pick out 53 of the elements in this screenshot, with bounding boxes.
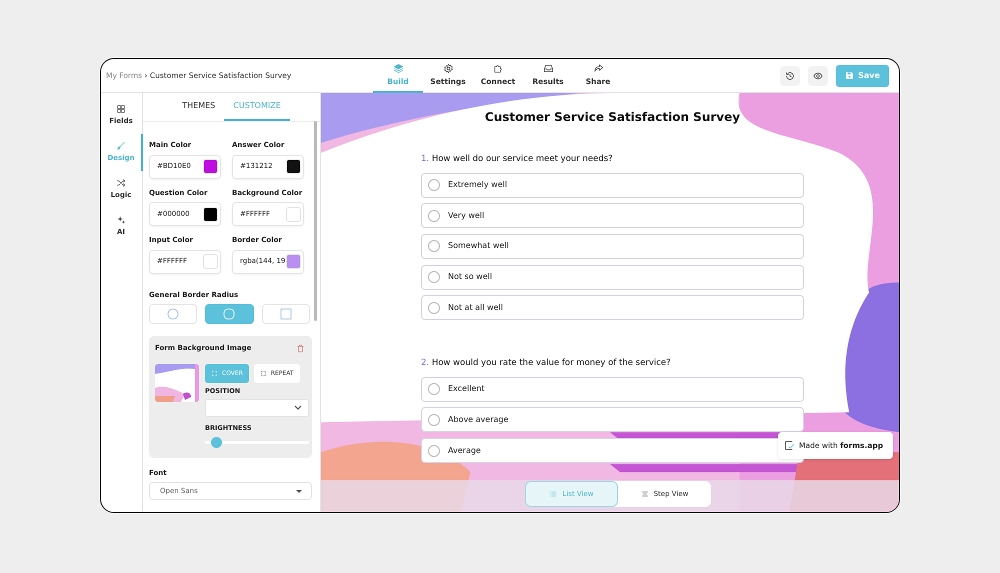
answer-option[interactable]: Not so well: [421, 264, 804, 290]
color-swatch[interactable]: [286, 159, 301, 174]
position-select[interactable]: [205, 398, 309, 417]
answer-option[interactable]: Not at all well: [421, 295, 804, 320]
color-swatch[interactable]: [203, 254, 218, 269]
radio-button[interactable]: [428, 302, 440, 314]
list-icon: [549, 490, 558, 498]
radio-button[interactable]: [428, 414, 440, 426]
inbox-icon: [542, 62, 554, 74]
slider-thumb[interactable]: [211, 436, 222, 448]
preview-button[interactable]: [808, 66, 828, 86]
panel-tab[interactable]: THEMES: [173, 93, 224, 121]
settings-icon: [442, 62, 454, 74]
logo-icon: [784, 440, 795, 451]
radio-button[interactable]: [428, 383, 440, 396]
circle-icon: [167, 308, 180, 320]
answer-option[interactable]: Above average: [421, 407, 804, 432]
trash-icon: [296, 344, 304, 352]
color-swatch[interactable]: [203, 159, 218, 174]
answer-option[interactable]: Somewhat well: [421, 234, 804, 259]
chevron-down-icon: [294, 405, 302, 410]
grid-icon: [116, 104, 126, 114]
radio-button[interactable]: [428, 210, 440, 222]
shuffle-icon: [116, 178, 126, 188]
color-swatch[interactable]: [203, 206, 218, 222]
question-text: 2. How would you rate the value for money of the service?: [421, 357, 672, 370]
radio-button[interactable]: [428, 240, 440, 252]
share-icon: [592, 62, 604, 74]
dotted-square-icon: [260, 370, 267, 377]
question-text: 1. How well do our service meet your needs?: [421, 153, 614, 166]
radio-button[interactable]: [428, 179, 440, 192]
color-swatch[interactable]: [286, 254, 301, 269]
history-icon: [785, 70, 795, 80]
color-swatch[interactable]: [286, 206, 301, 222]
eye-icon: [813, 70, 823, 80]
expand-icon: [211, 370, 218, 377]
answer-option[interactable]: Extremely well: [421, 172, 804, 198]
caret-icon: [295, 488, 303, 494]
rounded-square-icon: [223, 308, 236, 320]
radius-option[interactable]: [205, 304, 254, 324]
square-icon: [280, 308, 292, 320]
history-button[interactable]: [780, 66, 800, 86]
scrollbar[interactable]: [314, 121, 317, 321]
radio-button[interactable]: [428, 271, 440, 284]
layers-icon: [392, 62, 404, 74]
radio-button[interactable]: [428, 444, 440, 457]
sparkle-icon: [116, 215, 126, 226]
step-icon: [640, 490, 649, 498]
puzzle-icon: [492, 62, 504, 74]
answer-option[interactable]: Excellent: [421, 376, 804, 402]
brush-icon: [116, 141, 126, 152]
answer-option[interactable]: Very well: [421, 203, 804, 228]
form-title: Customer Service Satisfaction Survey: [484, 109, 742, 126]
